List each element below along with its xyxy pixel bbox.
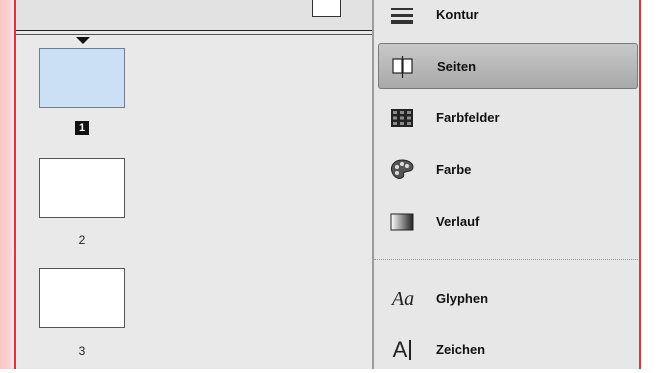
- pages-panel: 1 2 3: [16, 0, 372, 369]
- character-icon-text: A: [392, 337, 408, 362]
- panel-dock: Kontur Seiten Farbfelder Farbe Verlauf A…: [374, 0, 640, 369]
- current-page-indicator-icon: [76, 37, 90, 44]
- panel-item-label: Glyphen: [436, 291, 489, 306]
- pages-icon: [391, 56, 415, 78]
- page-number-1: 1: [75, 121, 89, 135]
- glyphs-icon: Aa: [386, 288, 420, 310]
- page-number-2: 2: [78, 233, 86, 247]
- panel-item-zeichen[interactable]: A Zeichen: [378, 327, 638, 373]
- text-cursor-icon: [409, 340, 412, 360]
- panel-item-label: Verlauf: [436, 214, 480, 229]
- panel-group-separator: [374, 259, 640, 262]
- master-page-thumbnail[interactable]: [312, 0, 341, 17]
- pages-panel-separator: [16, 34, 372, 35]
- color-palette-icon: [390, 159, 414, 181]
- page-thumbnail-3[interactable]: [39, 268, 125, 328]
- page-thumbnail-2[interactable]: [39, 158, 125, 218]
- panel-item-label: Zeichen: [436, 342, 486, 357]
- panel-item-seiten[interactable]: Seiten: [378, 43, 638, 89]
- panel-item-farbfelder[interactable]: Farbfelder: [378, 95, 638, 141]
- page-number-3: 3: [78, 344, 86, 358]
- panel-item-label: Kontur: [436, 7, 479, 22]
- pages-panel-header: [16, 0, 372, 31]
- swatches-grid-icon: [390, 107, 414, 129]
- stroke-lines-icon: [390, 4, 414, 26]
- panel-item-label: Farbe: [436, 162, 472, 177]
- panel-item-label: Farbfelder: [436, 110, 500, 125]
- panel-item-label: Seiten: [437, 59, 477, 74]
- gradient-icon: [390, 211, 414, 233]
- panel-item-verlauf[interactable]: Verlauf: [378, 199, 638, 245]
- panel-item-kontur[interactable]: Kontur: [378, 0, 638, 38]
- panel-item-glyphen[interactable]: Aa Glyphen: [378, 276, 638, 322]
- page-thumbnail-1[interactable]: [39, 48, 125, 108]
- glyphs-icon-text: Aa: [391, 287, 415, 310]
- panel-item-farbe[interactable]: Farbe: [378, 147, 638, 193]
- character-icon: A: [390, 337, 414, 362]
